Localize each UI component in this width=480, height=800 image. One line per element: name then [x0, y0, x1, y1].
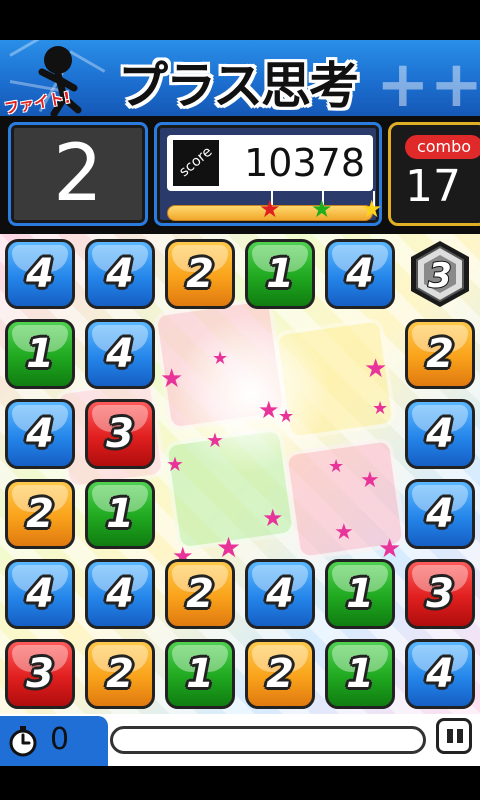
sparkle-icon: ★	[328, 456, 345, 477]
tile-number: 2	[186, 571, 214, 617]
number-tile[interactable]: 4	[85, 559, 155, 629]
number-tile[interactable]: 4	[405, 399, 475, 469]
game-title: プラス思考	[118, 57, 359, 115]
sparkle-icon: ★	[262, 504, 284, 532]
tile-number: 2	[186, 251, 214, 297]
tile-number: 4	[426, 651, 454, 697]
tile-number: 4	[106, 331, 134, 377]
number-tile[interactable]: 2	[85, 639, 155, 709]
tile-number: 1	[266, 251, 294, 297]
timer-panel: 0	[0, 716, 108, 766]
number-tile[interactable]: 2	[165, 559, 235, 629]
bottom-bar: 0	[0, 714, 480, 800]
pause-icon	[447, 729, 453, 743]
number-tile[interactable]: 4	[5, 559, 75, 629]
plus-decoration: ++	[376, 48, 480, 116]
tile-number: 4	[26, 571, 54, 617]
tile-number: 3	[426, 571, 454, 617]
tile-number: 4	[26, 411, 54, 457]
tile-number: 1	[106, 491, 134, 537]
combo-panel: combo 17	[388, 122, 480, 226]
score-panel: score 10378 ★ ★ ★	[154, 122, 383, 226]
red-star-icon: ★	[259, 195, 281, 223]
sparkle-icon: ★	[216, 531, 242, 564]
tile-number: 2	[26, 491, 54, 537]
number-tile[interactable]: 1	[5, 319, 75, 389]
number-tile[interactable]: 3	[405, 559, 475, 629]
pause-button[interactable]	[436, 718, 472, 754]
green-star-icon: ★	[311, 195, 333, 223]
number-tile[interactable]: 4	[405, 639, 475, 709]
tile-number: 4	[26, 251, 54, 297]
tile-number: 2	[266, 651, 294, 697]
tile-number: 1	[346, 651, 374, 697]
sparkle-icon: ★	[364, 354, 388, 384]
sparkle-icon: ★	[258, 396, 280, 424]
moves-value: 2	[53, 129, 103, 219]
yellow-star-icon: ★	[361, 195, 383, 223]
tile-number: 4	[266, 571, 294, 617]
time-progress-bar	[110, 726, 426, 754]
hud: 2 score 10378 ★ ★ ★ combo 17	[0, 116, 480, 234]
score-label: score	[176, 143, 216, 181]
number-tile[interactable]: 2	[165, 239, 235, 309]
tile-number: 3	[106, 411, 134, 457]
tile-number: 4	[426, 411, 454, 457]
sparkle-icon: ★	[160, 364, 184, 394]
special-hex-tile[interactable]: 3	[405, 239, 475, 309]
combo-value: 17	[405, 161, 461, 212]
sparkle-icon: ★	[372, 398, 389, 419]
tile-number: 2	[106, 651, 134, 697]
stopwatch-icon	[9, 726, 37, 757]
status-bar	[0, 0, 480, 40]
sparkle-icon: ★	[360, 468, 380, 493]
number-tile[interactable]: 3	[5, 639, 75, 709]
number-tile[interactable]: 2	[5, 479, 75, 549]
sparkle-icon: ★	[166, 452, 184, 476]
number-tile[interactable]: 4	[5, 399, 75, 469]
number-tile[interactable]: 2	[405, 319, 475, 389]
svg-text:3: 3	[428, 256, 452, 296]
moves-counter: 2	[8, 122, 148, 226]
score-value: 10378	[244, 141, 365, 185]
combo-label: combo	[405, 135, 480, 159]
tile-number: 4	[106, 571, 134, 617]
game-board[interactable]: ★★★★★★★★★★★★★★★★442143142434214442413321…	[0, 234, 480, 714]
number-tile[interactable]: 4	[405, 479, 475, 549]
tile-number: 4	[106, 251, 134, 297]
tile-number: 1	[26, 331, 54, 377]
sparkle-icon: ★	[334, 520, 354, 545]
score-badge: score	[173, 140, 219, 186]
title-banner: ファイト! プラス思考 ++	[0, 40, 480, 116]
number-tile[interactable]: 3	[85, 399, 155, 469]
number-tile[interactable]: 4	[325, 239, 395, 309]
number-tile[interactable]: 4	[85, 319, 155, 389]
number-tile[interactable]: 1	[165, 639, 235, 709]
number-tile[interactable]: 1	[325, 559, 395, 629]
tile-number: 4	[426, 491, 454, 537]
tile-number: 3	[26, 651, 54, 697]
number-tile[interactable]: 2	[245, 639, 315, 709]
sparkle-icon: ★	[212, 348, 229, 369]
sparkle-icon: ★	[206, 428, 224, 452]
number-tile[interactable]: 1	[245, 239, 315, 309]
number-tile[interactable]: 4	[5, 239, 75, 309]
timer-value: 0	[50, 722, 70, 757]
tile-number: 1	[186, 651, 214, 697]
number-tile[interactable]: 4	[245, 559, 315, 629]
number-tile[interactable]: 1	[325, 639, 395, 709]
score-display: score 10378	[167, 135, 373, 191]
tile-number: 4	[346, 251, 374, 297]
tile-number: 1	[346, 571, 374, 617]
tile-number: 2	[426, 331, 454, 377]
number-tile[interactable]: 1	[85, 479, 155, 549]
number-tile[interactable]: 4	[85, 239, 155, 309]
sparkle-icon: ★	[278, 406, 295, 427]
